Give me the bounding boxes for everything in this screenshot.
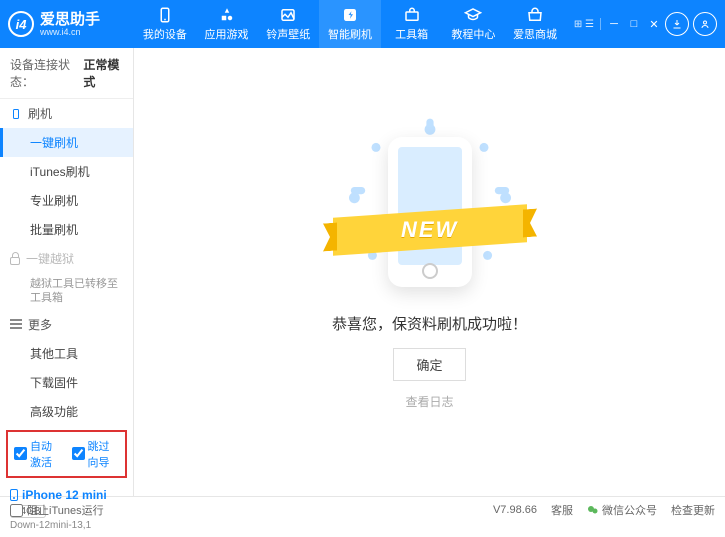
main-content: NEW 恭喜您，保资料刷机成功啦！ 确定 查看日志 bbox=[134, 48, 725, 496]
wechat-icon bbox=[587, 504, 599, 516]
titlebar: i4 爱思助手 www.i4.cn 我的设备 应用游戏 铃声壁纸 智能刷机 工具… bbox=[0, 0, 725, 48]
list-icon bbox=[10, 323, 22, 325]
logo-icon: i4 bbox=[8, 11, 34, 37]
status-label: 设备连接状态： bbox=[10, 56, 79, 90]
wallpaper-icon bbox=[279, 6, 297, 24]
wechat-link[interactable]: 微信公众号 bbox=[587, 502, 657, 518]
phone-icon bbox=[10, 489, 18, 501]
checkbox-label: 自动激活 bbox=[30, 438, 62, 470]
checkbox-input[interactable] bbox=[10, 504, 23, 517]
separator bbox=[600, 18, 601, 30]
nav-label: 爱思商城 bbox=[513, 26, 557, 42]
top-nav: 我的设备 应用游戏 铃声壁纸 智能刷机 工具箱 教程中心 爱思商城 bbox=[134, 0, 566, 48]
grid-icon[interactable]: ⊞ ☰ bbox=[574, 19, 594, 30]
nav-apps-games[interactable]: 应用游戏 bbox=[196, 0, 258, 48]
connection-status: 设备连接状态： 正常模式 bbox=[0, 48, 133, 99]
check-update-link[interactable]: 检查更新 bbox=[671, 502, 715, 518]
section-label: 一键越狱 bbox=[26, 250, 74, 267]
download-button[interactable] bbox=[665, 12, 689, 36]
sidebar-item-download-firmware[interactable]: 下载固件 bbox=[0, 368, 133, 397]
ribbon-text: NEW bbox=[401, 217, 458, 243]
sidebar-item-batch-flash[interactable]: 批量刷机 bbox=[0, 215, 133, 244]
sidebar-item-advanced[interactable]: 高级功能 bbox=[0, 397, 133, 426]
lock-icon bbox=[10, 257, 20, 265]
maximize-button[interactable]: □ bbox=[627, 18, 641, 30]
success-illustration: NEW bbox=[325, 115, 535, 295]
app-name: 爱思助手 bbox=[40, 12, 100, 27]
confirm-button[interactable]: 确定 bbox=[393, 348, 465, 381]
nav-store[interactable]: 爱思商城 bbox=[504, 0, 566, 48]
nav-tutorials[interactable]: 教程中心 bbox=[443, 0, 505, 48]
apps-icon bbox=[218, 6, 236, 24]
tutorial-icon bbox=[464, 6, 482, 24]
toolbox-icon bbox=[403, 6, 421, 24]
window-controls: ⊞ ☰ ─ □ ✕ bbox=[574, 18, 661, 31]
highlighted-checkbox-area: 自动激活 跳过向导 bbox=[6, 430, 127, 478]
device-name: iPhone 12 mini bbox=[22, 488, 107, 502]
section-label: 更多 bbox=[28, 316, 52, 333]
nav-label: 工具箱 bbox=[395, 26, 428, 42]
status-value: 正常模式 bbox=[83, 56, 123, 90]
checkbox-label: 跳过向导 bbox=[88, 438, 120, 470]
sidebar-item-pro-flash[interactable]: 专业刷机 bbox=[0, 186, 133, 215]
close-button[interactable]: ✕ bbox=[647, 18, 661, 31]
auto-activate-checkbox[interactable]: 自动激活 bbox=[14, 438, 62, 470]
minimize-button[interactable]: ─ bbox=[607, 18, 621, 30]
view-log-link[interactable]: 查看日志 bbox=[405, 393, 453, 410]
nav-toolbox[interactable]: 工具箱 bbox=[381, 0, 443, 48]
nav-ringtones-wallpapers[interactable]: 铃声壁纸 bbox=[257, 0, 319, 48]
app-url: www.i4.cn bbox=[40, 27, 100, 37]
sidebar: 设备连接状态： 正常模式 刷机 一键刷机 iTunes刷机 专业刷机 批量刷机 … bbox=[0, 48, 134, 496]
section-label: 刷机 bbox=[28, 105, 52, 122]
checkbox-input[interactable] bbox=[72, 447, 85, 460]
checkbox-input[interactable] bbox=[14, 447, 27, 460]
link-label: 微信公众号 bbox=[602, 502, 657, 518]
success-message: 恭喜您，保资料刷机成功啦！ bbox=[332, 313, 527, 334]
version-text: V7.98.66 bbox=[493, 504, 537, 516]
block-itunes-checkbox[interactable]: 阻止iTunes运行 bbox=[10, 502, 104, 518]
device-subtitle: Down-12mini-13,1 bbox=[10, 520, 123, 531]
flash-icon bbox=[341, 6, 359, 24]
store-icon bbox=[526, 6, 544, 24]
sidebar-item-other-tools[interactable]: 其他工具 bbox=[0, 339, 133, 368]
sidebar-item-oneclick-flash[interactable]: 一键刷机 bbox=[0, 128, 133, 157]
checkbox-label: 阻止iTunes运行 bbox=[27, 502, 104, 518]
nav-label: 智能刷机 bbox=[328, 26, 372, 42]
sidebar-jailbreak-header: 一键越狱 bbox=[0, 244, 133, 273]
app-logo: i4 爱思助手 www.i4.cn bbox=[8, 11, 134, 37]
user-button[interactable] bbox=[693, 12, 717, 36]
nav-label: 我的设备 bbox=[143, 26, 187, 42]
nav-smart-flash[interactable]: 智能刷机 bbox=[319, 0, 381, 48]
nav-label: 教程中心 bbox=[451, 26, 495, 42]
device-name-row: iPhone 12 mini bbox=[10, 488, 123, 502]
device-icon bbox=[156, 6, 174, 24]
nav-label: 应用游戏 bbox=[205, 26, 249, 42]
sidebar-item-itunes-flash[interactable]: iTunes刷机 bbox=[0, 157, 133, 186]
nav-label: 铃声壁纸 bbox=[266, 26, 310, 42]
sidebar-flash-header[interactable]: 刷机 bbox=[0, 99, 133, 128]
skip-guide-checkbox[interactable]: 跳过向导 bbox=[72, 438, 120, 470]
jailbreak-note: 越狱工具已转移至工具箱 bbox=[0, 273, 133, 310]
customer-service-link[interactable]: 客服 bbox=[551, 502, 573, 518]
nav-my-device[interactable]: 我的设备 bbox=[134, 0, 196, 48]
sidebar-more-header[interactable]: 更多 bbox=[0, 310, 133, 339]
